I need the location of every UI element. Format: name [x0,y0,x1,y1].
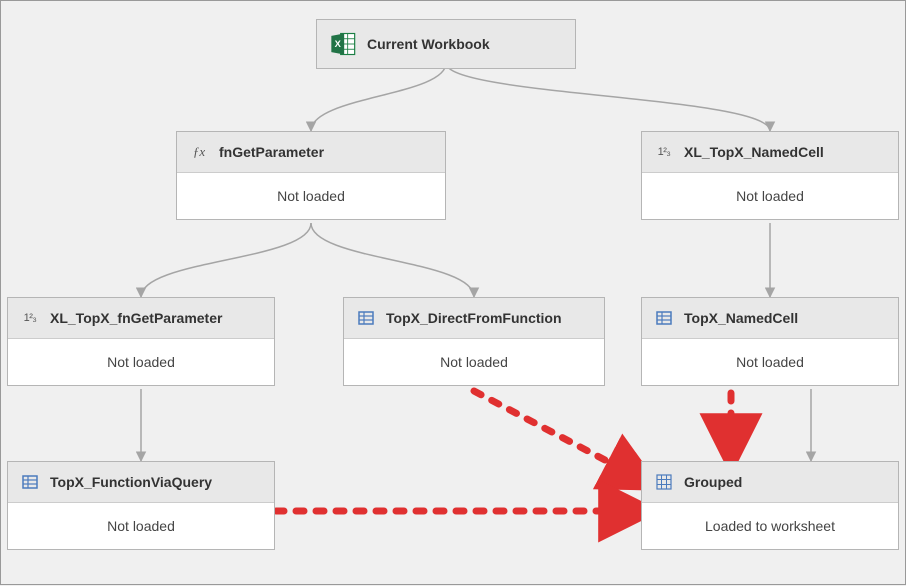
node-xl-topx-fngetparameter[interactable]: 1²₃ XL_TopX_fnGetParameter Not loaded [7,297,275,386]
node-title: fnGetParameter [219,144,324,160]
node-status: Not loaded [642,173,898,219]
node-topx-directfromfunction[interactable]: TopX_DirectFromFunction Not loaded [343,297,605,386]
node-current-workbook[interactable]: X Current Workbook [316,19,576,69]
table-icon [356,308,376,328]
grid-icon [654,472,674,492]
node-status: Not loaded [344,339,604,385]
node-topx-functionviaquery[interactable]: TopX_FunctionViaQuery Not loaded [7,461,275,550]
node-status: Not loaded [8,339,274,385]
table-icon [654,308,674,328]
excel-icon: X [329,30,357,58]
node-fngetparameter[interactable]: ƒx fnGetParameter Not loaded [176,131,446,220]
table-icon [20,472,40,492]
node-status: Not loaded [177,173,445,219]
node-title: XL_TopX_fnGetParameter [50,310,222,326]
node-status: Loaded to worksheet [642,503,898,549]
node-title: XL_TopX_NamedCell [684,144,824,160]
svg-text:X: X [335,39,342,49]
node-title: TopX_DirectFromFunction [386,310,562,326]
node-status: Not loaded [642,339,898,385]
node-topx-namedcell[interactable]: TopX_NamedCell Not loaded [641,297,899,386]
node-grouped[interactable]: Grouped Loaded to worksheet [641,461,899,550]
node-title: TopX_FunctionViaQuery [50,474,212,490]
fx-icon: ƒx [189,142,209,162]
node-xl-topx-namedcell[interactable]: 1²₃ XL_TopX_NamedCell Not loaded [641,131,899,220]
node-title: Grouped [684,474,742,490]
node-title: Current Workbook [367,36,490,52]
node-status: Not loaded [8,503,274,549]
node-title: TopX_NamedCell [684,310,798,326]
number-icon: 1²₃ [20,308,40,328]
number-icon: 1²₃ [654,142,674,162]
